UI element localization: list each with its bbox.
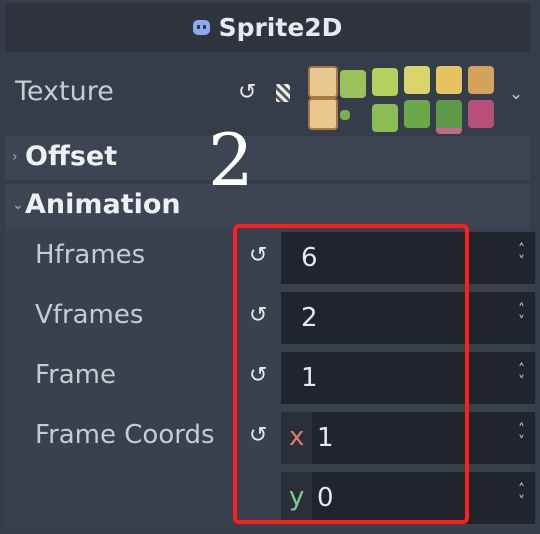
- chevron-down-icon: ⌄: [12, 197, 24, 213]
- spin-arrows-icon[interactable]: ˄ ˅: [518, 423, 525, 449]
- section-offset[interactable]: › Offset: [5, 136, 530, 180]
- frame-coords-y-field[interactable]: y 0 ˄ ˅: [281, 472, 535, 524]
- hframes-label: Hframes: [35, 240, 146, 270]
- frame-coords-x-field[interactable]: x 1 ˄ ˅: [281, 412, 535, 464]
- revert-icon[interactable]: ↺: [238, 80, 256, 105]
- node-header: Sprite2D: [5, 3, 530, 52]
- animation-properties: Hframes ↺ 6 ˄ ˅ Vframes ↺ 2 ˄ ˅ Frame ↺ 1 …: [5, 226, 535, 527]
- axis-x-label: x: [289, 422, 305, 452]
- chevron-down-icon[interactable]: ⌄: [509, 84, 523, 104]
- texture-label: Texture: [15, 76, 114, 107]
- tile-crop-2: [372, 68, 398, 96]
- tile-sprout-1: [340, 110, 350, 120]
- tile-seed-packet-2: [308, 98, 338, 130]
- frame-coords-x-value: 1: [317, 423, 334, 453]
- hframes-field[interactable]: 6 ˄ ˅: [281, 232, 535, 284]
- texture-type-icon: [276, 84, 290, 102]
- texture-preview[interactable]: [306, 64, 500, 134]
- tile-sprout-3: [404, 100, 430, 128]
- frame-coords-y-value: 0: [317, 483, 334, 513]
- vframes-field[interactable]: 2 ˄ ˅: [281, 292, 535, 344]
- hframes-value: 6: [301, 243, 318, 273]
- frame-label: Frame: [35, 360, 117, 390]
- spin-arrows-icon[interactable]: ˄ ˅: [518, 483, 525, 509]
- node-title: Sprite2D: [218, 13, 343, 42]
- annotation-number: 2: [208, 118, 254, 202]
- tile-crop-3: [404, 66, 430, 94]
- tile-beet: [468, 100, 494, 128]
- frame-value: 1: [301, 363, 318, 393]
- vframes-value: 2: [301, 303, 318, 333]
- revert-icon[interactable]: ↺: [249, 363, 267, 388]
- tile-sprout-2: [372, 104, 398, 132]
- spin-arrows-icon[interactable]: ˄ ˅: [518, 363, 525, 389]
- vframes-label: Vframes: [35, 300, 144, 330]
- section-offset-title: Offset: [25, 141, 118, 172]
- spin-arrows-icon[interactable]: ˄ ˅: [518, 243, 525, 269]
- axis-y-box: y: [281, 472, 312, 524]
- revert-icon[interactable]: ↺: [249, 423, 267, 448]
- tile-seed-packet: [308, 66, 338, 98]
- revert-icon[interactable]: ↺: [249, 303, 267, 328]
- revert-icon[interactable]: ↺: [249, 243, 267, 268]
- tile-tool: [468, 66, 494, 94]
- tile-crop-4: [436, 66, 462, 94]
- tile-sprout-4: [436, 100, 462, 134]
- frame-field[interactable]: 1 ˄ ˅: [281, 352, 535, 404]
- sprite2d-node-icon: [192, 20, 210, 35]
- section-animation-title: Animation: [25, 189, 181, 220]
- spin-arrows-icon[interactable]: ˄ ˅: [518, 303, 525, 329]
- section-animation[interactable]: ⌄ Animation: [5, 184, 530, 226]
- texture-row: Texture ↺ ⌄: [0, 60, 540, 134]
- frame-coords-label: Frame Coords: [35, 420, 215, 450]
- tile-crop-1: [340, 70, 366, 98]
- axis-y-label: y: [289, 482, 305, 512]
- axis-x-box: x: [281, 412, 312, 464]
- chevron-right-icon: ›: [12, 149, 18, 165]
